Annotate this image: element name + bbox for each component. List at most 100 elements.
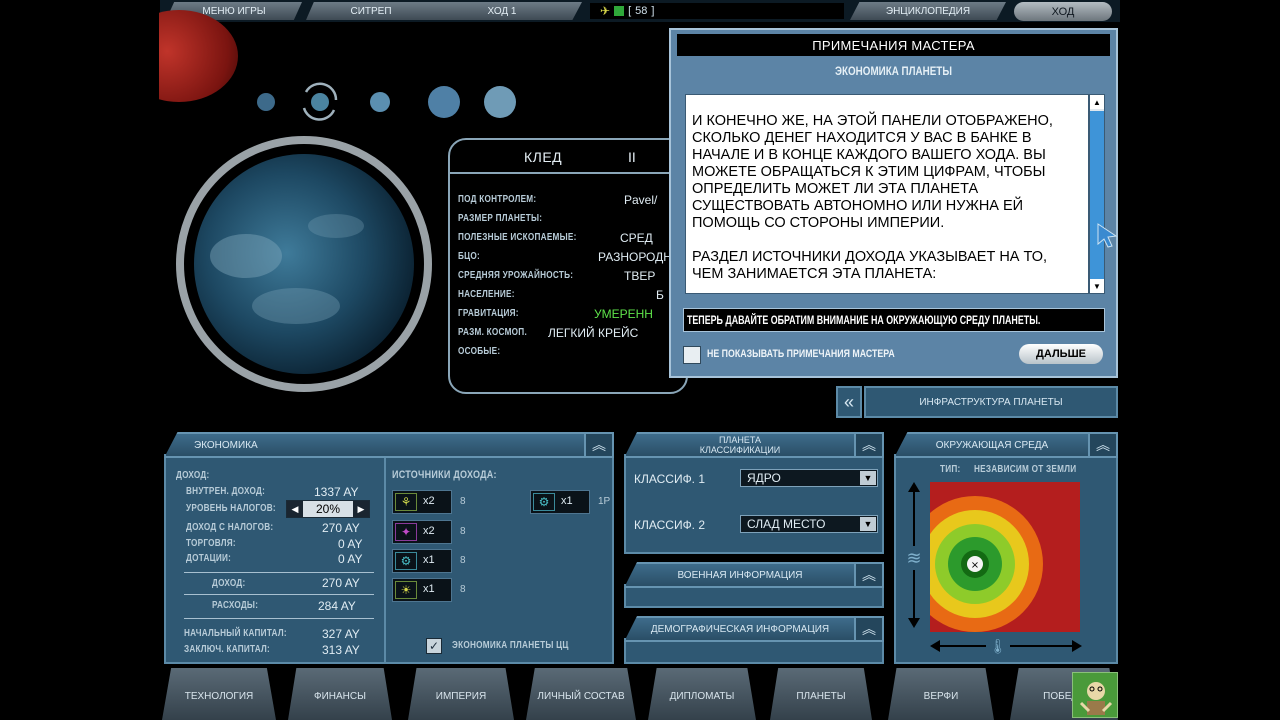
environment-title: ОКРУЖАЮЩАЯ СРЕДА — [935, 439, 1049, 451]
subsidies-value: 0 AY — [338, 552, 363, 566]
demographic-collapse-icon[interactable]: ︽ — [854, 618, 882, 640]
planet-orbit-row — [257, 82, 516, 121]
tax-stepper[interactable]: ◀ 20% ▶ — [286, 500, 370, 518]
classification-header: ПЛАНЕТА КЛАССИФИКАЦИИ ︽ — [624, 432, 884, 458]
resource-bar: ✈ [ 58 ] — [590, 3, 844, 19]
field-spaceport-label: РАЗМ. КОСМОП. — [458, 327, 527, 338]
source-slot-right[interactable]: ⚙ x1 — [530, 490, 590, 514]
field-gravity-label: ГРАВИТАЦИЯ: — [458, 308, 519, 319]
tax-level-label: УРОВЕНЬ НАЛОГОВ: — [186, 503, 276, 514]
tab-personnel[interactable]: ЛИЧНЫЙ СОСТАВ — [526, 668, 636, 720]
tab-empire[interactable]: ИМПЕРИЯ — [408, 668, 514, 720]
military-header[interactable]: ВОЕННАЯ ИНФОРМАЦИЯ ︽ — [624, 562, 884, 588]
hide-advisor-label: НЕ ПОКАЗЫВАТЬ ПРИМЕЧАНИЯ МАСТЕРА — [707, 348, 895, 360]
source-slot-farming[interactable]: ⚘ x2 — [392, 490, 452, 514]
subsidies-label: ДОТАЦИИ: — [186, 553, 232, 564]
planet-thumb-4 — [428, 86, 460, 118]
class1-dropdown[interactable]: ЯДРО ▼ — [740, 469, 878, 487]
field-spaceport-value: ЛЕГКИЙ КРЕЙС — [548, 326, 639, 340]
internal-income-label: ВНУТРЕН. ДОХОД: — [186, 486, 266, 497]
dialog-title: ПРИМЕЧАНИЯ МАСТЕРА — [677, 34, 1110, 56]
turn-indicator: ХОД 1 — [422, 2, 582, 20]
source-b: 1P — [598, 496, 611, 507]
advisor-face-icon — [1079, 682, 1113, 715]
field-yield-value: ТВЕР — [624, 269, 656, 283]
scroll-down-icon[interactable]: ▼ — [1090, 279, 1104, 293]
scroll-thumb[interactable] — [1090, 111, 1104, 279]
economy-checkbox-label: ЭКОНОМИКА ПЛАНЕТЫ ЦЦ — [452, 640, 569, 651]
field-minerals-label: ПОЛЕЗНЫЕ ИСКОПАЕМЫЕ: — [458, 232, 577, 243]
infrastructure-button[interactable]: ИНФРАСТРУКТУРА ПЛАНЕТЫ — [864, 386, 1118, 418]
field-minerals-value: СРЕД — [620, 231, 653, 245]
economy-header: ЭКОНОМИКА ︽ — [164, 432, 614, 458]
tab-finance[interactable]: ФИНАНСЫ — [288, 668, 392, 720]
total-income-value: 270 AY — [322, 576, 360, 590]
classification-collapse-icon[interactable]: ︽ — [854, 434, 882, 456]
total-income-label: ДОХОД: — [212, 578, 246, 589]
thermometer-icon: 🌡 — [986, 636, 1010, 656]
environment-collapse-icon[interactable]: ︽ — [1088, 434, 1116, 456]
ship-icon: ✈ — [600, 4, 611, 18]
demographic-header[interactable]: ДЕМОГРАФИЧЕСКАЯ ИНФОРМАЦИЯ ︽ — [624, 616, 884, 642]
tab-planets[interactable]: ПЛАНЕТЫ — [770, 668, 872, 720]
divider-line — [184, 618, 374, 619]
dialog-paragraph-1: И конечно же, на этой панели отображено,… — [692, 113, 1053, 231]
class2-value: СЛАД МЕСТО — [747, 517, 826, 531]
source-slot-research[interactable]: ☀ x1 — [392, 578, 452, 602]
divider-line — [184, 594, 374, 595]
planet-name-bar: КЛЕД II — [450, 142, 686, 174]
tax-decrease-icon[interactable]: ◀ — [287, 501, 303, 517]
citrep-button[interactable]: СИТРЕП — [306, 2, 436, 20]
planet-globe — [176, 136, 432, 392]
planet-thumb-5 — [484, 86, 516, 118]
source-slot-industry[interactable]: ⚙ x1 — [392, 549, 452, 573]
expenses-label: РАСХОДЫ: — [212, 600, 259, 611]
tab-technology[interactable]: ТЕХНОЛОГИЯ — [162, 668, 276, 720]
economy-checkbox[interactable]: ✓ — [426, 638, 442, 654]
field-yield-label: СРЕДНЯЯ УРОЖАЙНОСТЬ: — [458, 270, 574, 281]
mouse-cursor-icon — [1097, 223, 1118, 248]
class2-dropdown[interactable]: СЛАД МЕСТО ▼ — [740, 515, 878, 533]
dialog-text-area: И конечно же, на этой панели отображено,… — [685, 94, 1089, 294]
end-capital-value: 313 AY — [322, 643, 360, 657]
next-button[interactable]: ДАЛЬШЕ — [1019, 344, 1103, 364]
class2-label: КЛАССИФ. 2 — [634, 518, 706, 532]
dialog-scrollbar[interactable]: ▲ ▼ — [1089, 94, 1105, 294]
income-label: ДОХОД: — [176, 470, 210, 481]
trade-label: ТОРГОВЛЯ: — [186, 538, 236, 549]
tab-shipyards[interactable]: ВЕРФИ — [888, 668, 994, 720]
infrastructure-back-button[interactable]: « — [836, 386, 862, 418]
hide-advisor-checkbox[interactable] — [683, 346, 701, 364]
chevron-down-icon[interactable]: ▼ — [860, 517, 876, 531]
class1-value: ЯДРО — [747, 471, 781, 485]
end-capital-label: ЗАКЛЮЧ. КАПИТАЛ: — [184, 644, 271, 655]
advisor-avatar[interactable] — [1072, 672, 1118, 718]
class1-label: КЛАССИФ. 1 — [634, 472, 706, 486]
planet-thumb-1 — [257, 93, 275, 111]
source-b: 8 — [460, 584, 466, 595]
tab-diplomats[interactable]: ДИПЛОМАТЫ — [648, 668, 756, 720]
encyclopedia-button[interactable]: ЭНЦИКЛОПЕДИЯ — [850, 2, 1006, 20]
field-bco-value: РАЗНОРОДН — [598, 250, 672, 264]
end-turn-button[interactable]: ХОД — [1014, 2, 1112, 21]
field-owner-label: ПОД КОНТРОЛЕМ: — [458, 194, 537, 205]
economy-collapse-icon[interactable]: ︽ — [584, 434, 612, 456]
crystal-icon: ✦ — [395, 523, 417, 541]
source-b: 8 — [460, 496, 466, 507]
classification-title-line1: ПЛАНЕТА — [718, 435, 762, 445]
env-type-value: НЕЗАВИСИМ ОТ ЗЕМЛИ — [974, 464, 1077, 475]
dialog-paragraph-2: Раздел Источники дохода указывает на то,… — [692, 249, 1048, 282]
source-b: 8 — [460, 555, 466, 566]
chevron-down-icon[interactable]: ▼ — [860, 471, 876, 485]
divider-line — [184, 572, 374, 573]
source-slot-mining[interactable]: ✦ x2 — [392, 520, 452, 544]
economy-title: ЭКОНОМИКА — [194, 439, 258, 451]
scroll-up-icon[interactable]: ▲ — [1090, 95, 1104, 109]
tax-increase-icon[interactable]: ▶ — [353, 501, 369, 517]
environment-chart: × — [930, 482, 1080, 632]
military-collapse-icon[interactable]: ︽ — [854, 564, 882, 586]
resource-icon — [614, 6, 625, 16]
wheat-icon: ⚘ — [395, 493, 417, 511]
tax-value: 20% — [315, 502, 341, 516]
gear-icon: ⚙ — [533, 493, 555, 511]
